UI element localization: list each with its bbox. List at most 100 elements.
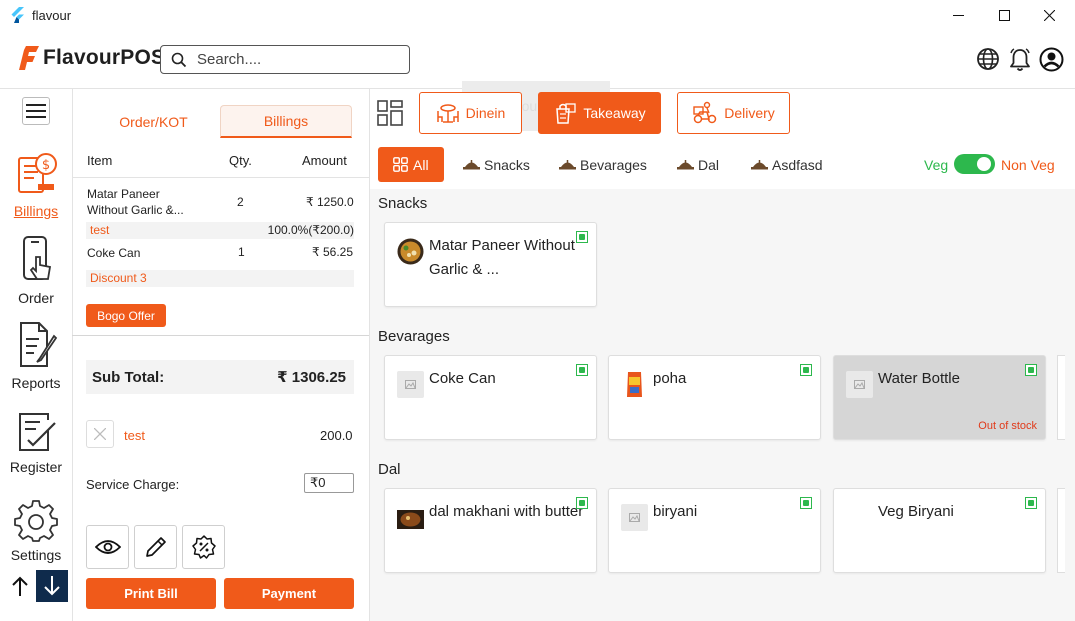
tab-dinein-label: Dinein — [465, 105, 506, 121]
category-all[interactable]: All — [378, 147, 444, 182]
print-bill-button[interactable]: Print Bill — [86, 578, 216, 609]
pencil-icon — [144, 535, 168, 559]
column-header-qty: Qty. — [229, 153, 252, 168]
category-bevarages[interactable]: Bevarages — [559, 147, 647, 182]
product-name: dal makhani with butter — [429, 503, 584, 520]
nav-label-reports: Reports — [11, 375, 61, 391]
food-tray-icon — [559, 159, 576, 171]
product-card[interactable]: dal makhani with butter — [384, 488, 597, 573]
hamburger-icon — [26, 103, 46, 119]
order-item-amount-2: ₹ 56.25 — [312, 245, 353, 259]
placeholder-image-icon — [846, 371, 873, 398]
maximize-button[interactable] — [981, 0, 1027, 31]
food-tray-icon — [751, 159, 768, 171]
nav-divider — [72, 88, 73, 621]
svg-text:$: $ — [42, 158, 50, 173]
order-item-discount-row[interactable]: Discount 3 — [86, 270, 354, 287]
window-titlebar: flavour — [0, 0, 1075, 31]
brand-name: FlavourPOS — [43, 46, 166, 69]
remove-discount-button[interactable] — [86, 420, 114, 448]
table-header-divider — [72, 177, 369, 178]
snack-packet-photo-icon — [621, 371, 648, 398]
search-icon — [171, 52, 187, 68]
nav-register[interactable]: Register — [0, 410, 72, 475]
scroll-down-button[interactable] — [36, 570, 68, 602]
order-item-discount: Discount 3 — [90, 271, 147, 285]
product-card-partial[interactable] — [1057, 488, 1065, 573]
bogo-offer-button[interactable]: Bogo Offer — [86, 304, 166, 327]
nav-billings[interactable]: $ Billings — [0, 150, 72, 219]
notification-bell-icon[interactable] — [1008, 47, 1034, 73]
account-icon[interactable] — [1039, 47, 1065, 73]
product-name: biryani — [653, 503, 698, 520]
category-dal[interactable]: Dal — [677, 147, 719, 182]
discount-badge-icon — [191, 535, 216, 559]
product-card[interactable]: biryani — [608, 488, 821, 573]
category-bevarages-label: Bevarages — [580, 156, 647, 173]
order-item-name: Matar Paneer Without Garlic &... — [87, 186, 184, 218]
tab-delivery-label: Delivery — [724, 105, 775, 121]
discount-value: 200.0 — [320, 428, 353, 443]
column-header-amount: Amount — [302, 153, 347, 168]
scroll-up-button[interactable] — [9, 572, 31, 600]
tab-takeaway-label: Takeaway — [583, 105, 646, 121]
window-title: flavour — [32, 8, 72, 23]
placeholder-image-icon — [397, 371, 424, 398]
layout-grid-icon[interactable] — [377, 100, 403, 126]
tab-takeaway[interactable]: Takeaway — [538, 92, 661, 134]
nav-order[interactable]: Order — [0, 235, 72, 306]
grid-icon — [393, 157, 408, 172]
food-tray-icon — [677, 159, 694, 171]
tab-order-kot[interactable]: Order/KOT — [86, 105, 221, 138]
order-item-note: test — [90, 223, 110, 237]
product-card[interactable]: poha — [608, 355, 821, 440]
category-asdfasd[interactable]: Asdfasd — [751, 147, 823, 182]
product-card[interactable]: Matar Paneer Without Garlic & ... — [384, 222, 597, 307]
nav-reports[interactable]: Reports — [0, 320, 72, 391]
payment-button[interactable]: Payment — [224, 578, 354, 609]
product-name: Veg Biryani — [878, 503, 954, 520]
veg-toggle[interactable] — [954, 154, 995, 174]
edit-bill-button[interactable] — [134, 525, 177, 569]
flutter-logo-icon — [11, 7, 24, 23]
product-card-out-of-stock[interactable]: Water Bottle Out of stock — [833, 355, 1046, 440]
discount-button[interactable] — [182, 525, 225, 569]
category-snacks[interactable]: Snacks — [463, 147, 530, 182]
close-icon — [94, 428, 106, 440]
order-item-note-row[interactable]: test 100.0%(₹200.0) — [86, 222, 354, 239]
product-name: Coke Can — [429, 370, 496, 387]
tab-delivery[interactable]: Delivery — [677, 92, 790, 134]
arrow-up-icon — [12, 576, 28, 596]
service-charge-label: Service Charge: — [86, 477, 180, 492]
product-card-partial[interactable] — [1057, 355, 1065, 440]
search-box[interactable] — [160, 45, 410, 74]
product-card[interactable]: Veg Biryani — [833, 488, 1046, 573]
curry-photo-icon — [397, 238, 424, 265]
order-item-name-2: Coke Can — [87, 246, 141, 260]
product-card[interactable]: Coke Can — [384, 355, 597, 440]
nav-label-order: Order — [18, 290, 54, 306]
menu-button[interactable] — [22, 97, 50, 125]
column-header-item: Item — [87, 153, 113, 168]
mobile-order-icon — [16, 235, 56, 285]
service-charge-input[interactable] — [304, 473, 354, 493]
close-window-button[interactable] — [1026, 0, 1072, 31]
order-item-name-line1: Matar Paneer — [87, 187, 160, 201]
minimize-button[interactable] — [935, 0, 981, 31]
order-list-divider — [72, 335, 369, 336]
section-title-dal: Dal — [378, 461, 401, 478]
reports-icon — [12, 320, 60, 370]
tab-billings[interactable]: Billings — [220, 105, 352, 138]
search-input[interactable] — [197, 51, 377, 68]
view-bill-button[interactable] — [86, 525, 129, 569]
section-title-snacks: Snacks — [378, 195, 428, 212]
category-asdfasd-label: Asdfasd — [772, 156, 823, 173]
veg-indicator-icon — [576, 364, 588, 376]
globe-icon[interactable] — [976, 47, 1002, 73]
veg-indicator-icon — [1025, 364, 1037, 376]
nav-settings[interactable]: Settings — [0, 498, 72, 563]
tab-dinein[interactable]: Dinein — [419, 92, 522, 134]
nav-label-billings: Billings — [13, 203, 59, 219]
order-item-qty-2: 1 — [238, 245, 245, 259]
veg-indicator-icon — [576, 497, 588, 509]
